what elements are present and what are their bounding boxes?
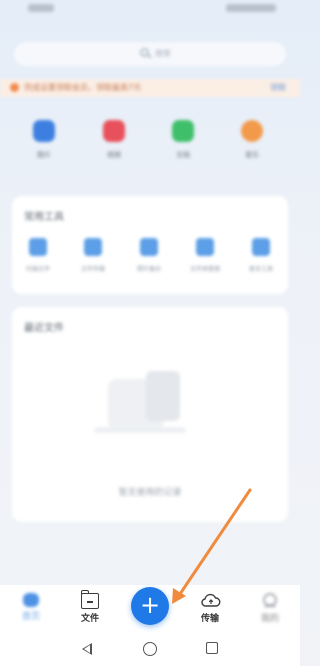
document-icon [172, 120, 194, 142]
tool-label: 照片备份 [136, 266, 161, 273]
tool-label: 更多工具 [248, 266, 273, 273]
image-icon [33, 120, 55, 142]
empty-state-text: 暂无使用的记录 [118, 488, 182, 498]
cloud-transfer-icon [201, 593, 221, 609]
system-nav-bar [0, 633, 300, 666]
tool-label: 文件传输 [80, 266, 105, 273]
quick-action-label: 音乐 [245, 151, 259, 159]
video-icon [103, 120, 125, 142]
common-tools-card: 常用工具 扫描文件 文件传输 照片备份 文件夹管理 更多工具 [12, 196, 288, 294]
tab-transfer-label: 传输 [200, 614, 219, 624]
tool-more[interactable]: 更多工具 [241, 238, 281, 273]
folder-manage-icon [196, 238, 214, 256]
add-button[interactable]: + [131, 587, 169, 625]
status-icons [226, 4, 276, 12]
tab-home-label: 首页 [21, 612, 40, 622]
nav-recents-icon[interactable] [206, 642, 218, 654]
more-tools-icon [252, 238, 270, 256]
quick-action-image[interactable]: 图片 [24, 120, 64, 160]
status-bar [0, 0, 300, 20]
tab-files[interactable]: 文件 [70, 590, 110, 624]
notice-action-button[interactable]: 领取 [270, 82, 286, 93]
status-time [28, 4, 54, 12]
tab-mine[interactable]: 我的 [250, 593, 290, 624]
empty-illustration [90, 361, 190, 441]
photo-backup-icon [140, 238, 158, 256]
quick-action-label: 视频 [107, 151, 121, 159]
person-icon [261, 593, 279, 609]
quick-action-video[interactable]: 视频 [94, 120, 134, 160]
scan-icon [29, 238, 47, 256]
notice-icon [10, 83, 19, 92]
nav-back-icon[interactable] [82, 643, 92, 655]
quick-action-label: 图片 [37, 151, 51, 159]
tool-label: 扫描文件 [25, 266, 50, 273]
quick-action-label: 文档 [176, 151, 190, 159]
folder-icon [80, 590, 99, 609]
tool-folder-manage[interactable]: 文件夹管理 [185, 238, 225, 273]
tab-transfer[interactable]: 传输 [190, 593, 230, 624]
music-icon [241, 120, 263, 142]
tool-photo-backup[interactable]: 照片备份 [129, 238, 169, 273]
recent-files-title: 最近文件 [24, 323, 64, 334]
tab-home[interactable]: 首页 [11, 593, 51, 622]
nav-home-icon[interactable] [143, 642, 157, 656]
notice-text: 完成设置领取会员，领取最高7元 [24, 83, 142, 92]
home-icon [23, 593, 39, 607]
tool-transfer[interactable]: 文件传输 [73, 238, 113, 273]
quick-action-document[interactable]: 文档 [163, 120, 203, 160]
tool-scan[interactable]: 扫描文件 [18, 238, 58, 273]
quick-action-music[interactable]: 音乐 [232, 120, 272, 160]
tool-label: 文件夹管理 [189, 266, 220, 273]
notice-banner[interactable]: 完成设置领取会员，领取最高7元 领取 [0, 79, 300, 97]
tab-files-label: 文件 [80, 614, 99, 624]
search-bar[interactable]: 搜索 [14, 42, 286, 66]
tab-mine-label: 我的 [260, 614, 279, 624]
recent-files-card: 最近文件 暂无使用的记录 [12, 307, 288, 522]
search-icon [140, 48, 149, 57]
common-tools-title: 常用工具 [24, 212, 64, 223]
quick-actions: 图片 视频 文档 音乐 [0, 120, 300, 175]
search-placeholder: 搜索 [155, 49, 171, 58]
transfer-icon [84, 238, 102, 256]
